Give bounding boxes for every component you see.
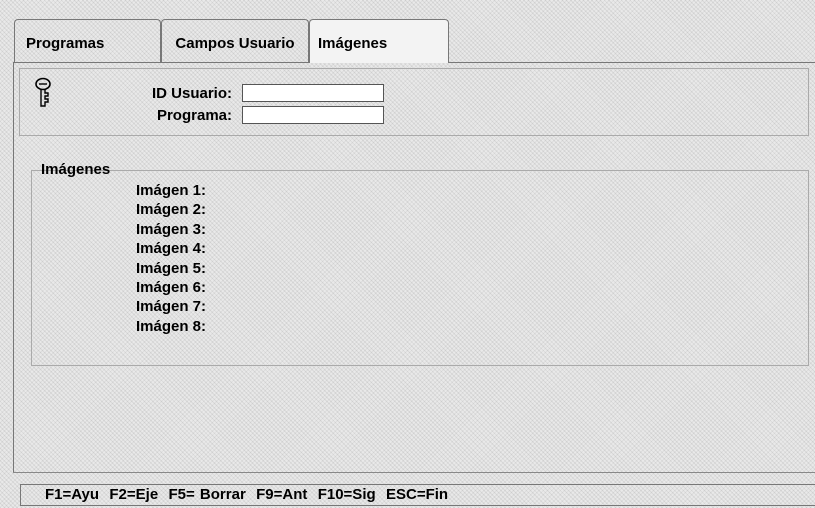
id-usuario-label: ID Usuario:: [151, 85, 232, 102]
user-program-box: [19, 68, 809, 136]
imagen-6-label: Imágen 6:: [136, 278, 207, 296]
imagenes-list: Imágen 1: Imágen 2: Imágen 3: Imágen 4: …: [136, 181, 206, 336]
programa-field[interactable]: [242, 106, 384, 124]
programa-label: Programa:: [156, 107, 232, 124]
imagen-7-label: Imágen 7:: [136, 298, 207, 316]
imagen-1-label: Imágen 1:: [136, 182, 207, 199]
imagen-8-label: Imágen 8:: [136, 317, 207, 335]
imagen-4-label: Imágen 4:: [136, 240, 207, 258]
tab-imagenes-label: Imágenes: [318, 35, 388, 52]
tab-campos-usuario-label: Campos Usuario: [175, 35, 295, 52]
key-icon: [35, 77, 51, 107]
imagen-2-label: Imágen 2:: [136, 201, 207, 219]
imagenes-group-title: Imágenes: [41, 161, 111, 178]
tab-programas[interactable]: Programas: [14, 19, 161, 63]
id-usuario-field[interactable]: [242, 84, 384, 102]
function-key-status-bar: F1=Ayu F2=Eje F5= Borrar F9=Ant F10=Sig …: [20, 484, 815, 506]
tab-campos-usuario[interactable]: Campos Usuario: [161, 19, 309, 63]
imagen-3-label: Imágen 3:: [136, 220, 207, 238]
tab-programas-label: Programas: [26, 35, 105, 52]
imagen-5-label: Imágen 5:: [136, 259, 207, 277]
status-bar-text: F1=Ayu F2=Eje F5= Borrar F9=Ant F10=Sig …: [45, 486, 449, 503]
tab-imagenes[interactable]: Imágenes: [309, 19, 449, 63]
panel-bottom-divider: [13, 472, 815, 473]
